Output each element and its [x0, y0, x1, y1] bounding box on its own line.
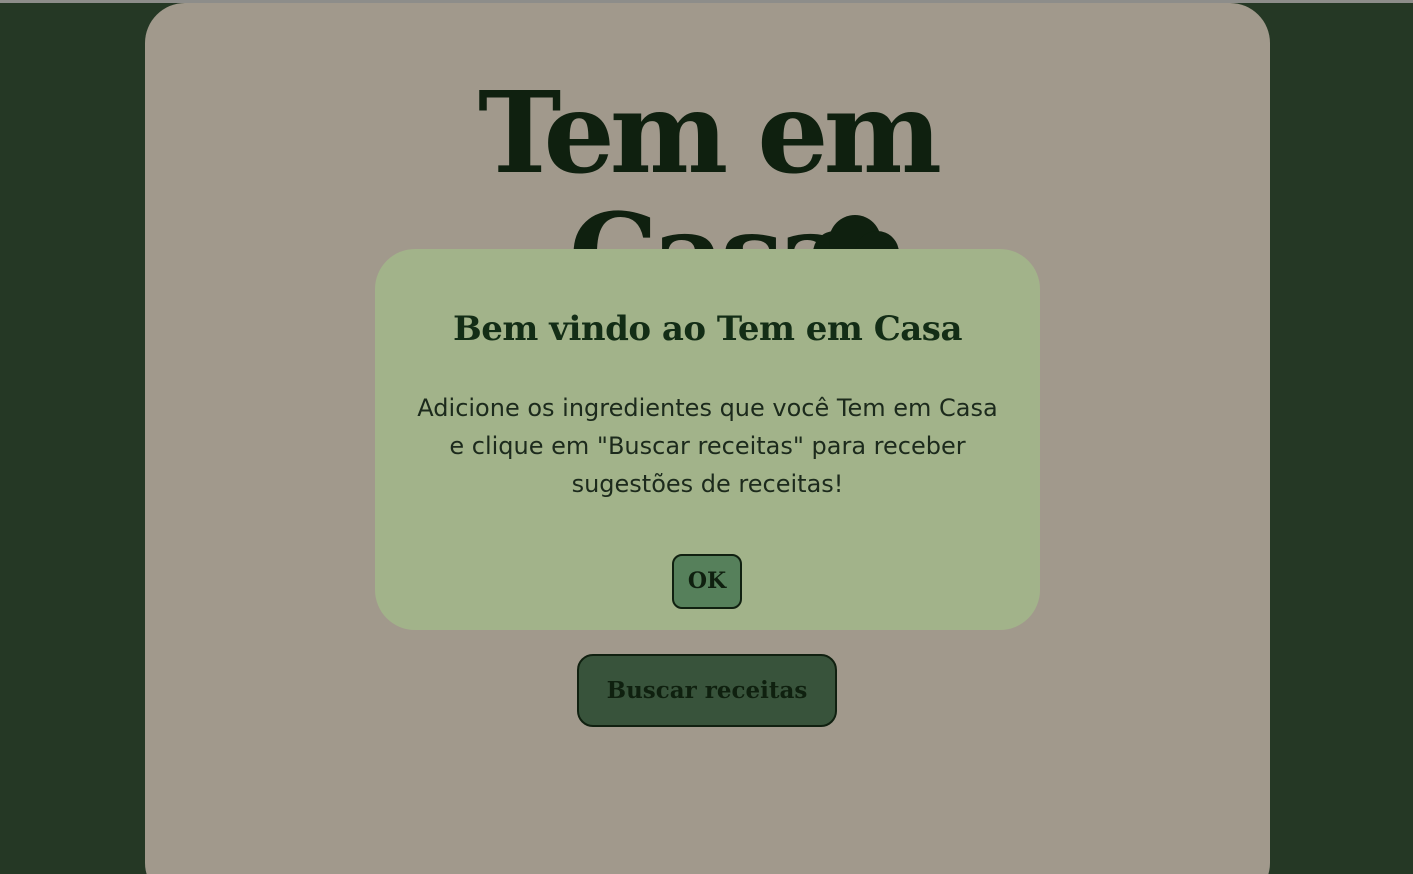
modal-title: Bem vindo ao Tem em Casa — [453, 309, 962, 349]
app-title-line1: Tem em — [477, 68, 942, 199]
ok-button[interactable]: OK — [672, 554, 742, 609]
modal-message: Adicione os ingredientes que você Tem em… — [417, 394, 998, 498]
search-recipes-button[interactable]: Buscar receitas — [577, 654, 837, 727]
welcome-modal: Bem vindo ao Tem em Casa Adicione os ing… — [375, 249, 1040, 630]
